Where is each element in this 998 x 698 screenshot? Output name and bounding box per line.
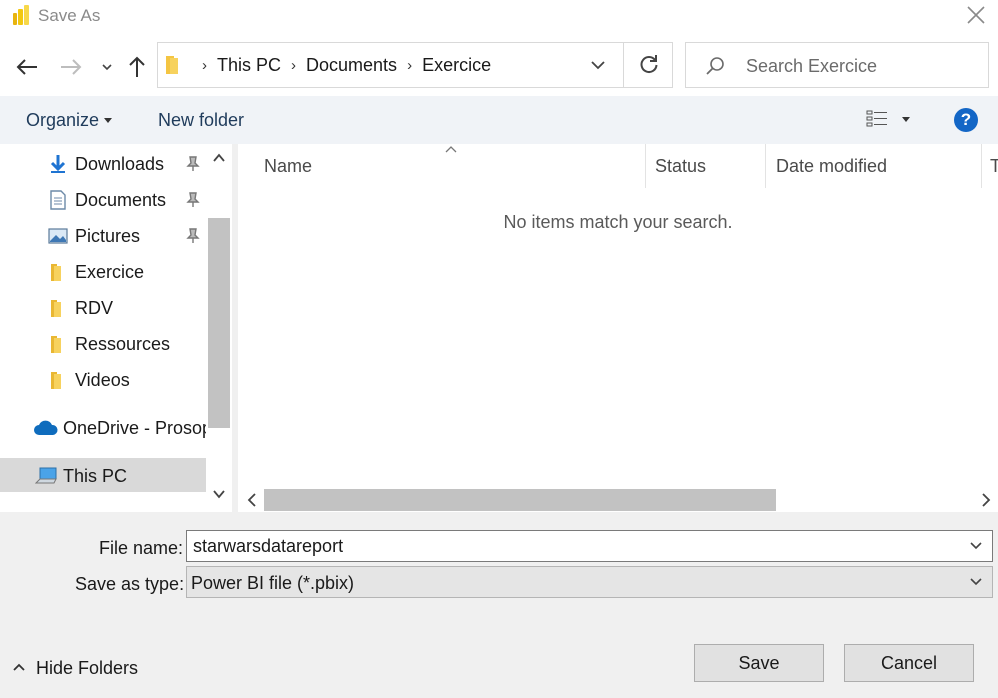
scroll-left-icon[interactable] [246, 492, 258, 508]
address-bar[interactable]: › This PC › Documents › Exercice [157, 42, 673, 88]
chevron-down-icon[interactable] [968, 539, 984, 553]
up-button[interactable] [124, 54, 150, 80]
sidebar-item-videos[interactable]: Videos [0, 362, 206, 396]
search-input[interactable]: Search Exercice [746, 56, 877, 77]
folder-icon [51, 300, 61, 317]
sidebar-item-label: Exercice [75, 262, 145, 282]
new-folder-button[interactable]: New folder [158, 110, 244, 131]
search-icon [706, 57, 724, 75]
recent-locations-button[interactable] [94, 54, 120, 80]
organize-caret-icon[interactable] [104, 118, 112, 123]
onedrive-cloud-icon [34, 420, 58, 435]
sidebar-item-exercice[interactable]: Exercice [0, 254, 206, 288]
refresh-button[interactable] [623, 42, 674, 88]
chevron-right-icon: › [202, 56, 207, 74]
column-header-type[interactable]: T [990, 156, 998, 177]
column-divider[interactable] [981, 144, 982, 188]
sort-ascending-icon [445, 146, 457, 153]
save-as-type-label: Save as type: [75, 574, 185, 594]
empty-message: No items match your search. [503, 212, 733, 232]
back-button[interactable] [14, 54, 40, 80]
sidebar-item-label: Downloads [75, 154, 165, 174]
scroll-up-icon[interactable] [212, 152, 226, 164]
chevron-down-icon[interactable] [968, 575, 984, 589]
powerbi-app-icon [13, 5, 29, 25]
pin-icon[interactable] [186, 156, 200, 172]
scroll-right-icon[interactable] [980, 492, 992, 508]
folder-icon [51, 372, 61, 389]
sidebar-item-this-pc[interactable]: This PC [0, 458, 206, 492]
sidebar-item-rdv[interactable]: RDV [0, 290, 206, 324]
sidebar-item-label: This PC [63, 466, 128, 486]
save-as-type-select[interactable]: Power BI file (*.pbix) [186, 566, 993, 598]
save-button[interactable]: Save [694, 644, 824, 682]
breadcrumb-this-pc[interactable]: This PC [217, 55, 281, 76]
column-header-status[interactable]: Status [655, 156, 706, 177]
chevron-right-icon[interactable]: › [407, 57, 412, 74]
chevron-right-icon[interactable]: › [291, 57, 296, 74]
chevron-up-icon [13, 663, 25, 671]
breadcrumb: › This PC › Documents › Exercice [192, 43, 491, 87]
scrollbar-thumb[interactable] [264, 489, 776, 511]
folder-icon [51, 336, 61, 353]
pictures-icon [48, 228, 68, 244]
sidebar-item-label: Ressources [75, 334, 171, 354]
command-toolbar: Organize New folder ? [0, 96, 998, 144]
file-list[interactable]: Name Status Date modified T No items mat… [238, 144, 998, 488]
back-arrow-icon [16, 59, 37, 75]
sidebar-item-ressources[interactable]: Ressources [0, 326, 206, 360]
breadcrumb-exercice[interactable]: Exercice [422, 55, 491, 76]
address-history-chevron-icon[interactable] [586, 55, 610, 75]
sidebar-item-downloads[interactable]: Downloads [0, 146, 206, 180]
pin-icon[interactable] [186, 192, 200, 208]
save-as-type-value: Power BI file (*.pbix) [191, 573, 355, 593]
refresh-icon [640, 55, 658, 74]
sidebar-item-label: Documents [75, 190, 167, 210]
computer-icon [35, 467, 57, 484]
sidebar-item-documents[interactable]: Documents [0, 182, 206, 216]
forward-arrow-icon [61, 59, 82, 75]
navigation-pane: Downloads Documents Pictures Exercice RD… [0, 144, 206, 512]
forward-button[interactable] [58, 54, 84, 80]
column-divider[interactable] [765, 144, 766, 188]
file-list-horizontal-scrollbar[interactable] [238, 488, 998, 512]
up-arrow-icon [129, 56, 145, 77]
close-icon[interactable] [964, 3, 988, 27]
cancel-button[interactable]: Cancel [844, 644, 974, 682]
view-options-caret-icon[interactable] [902, 117, 910, 122]
document-icon [50, 190, 66, 210]
file-name-field[interactable] [186, 530, 993, 562]
download-arrow-icon [50, 155, 66, 173]
window-title: Save As [38, 6, 101, 25]
breadcrumb-documents[interactable]: Documents [306, 55, 397, 76]
chevron-down-icon [102, 64, 112, 71]
scroll-down-icon[interactable] [212, 488, 226, 500]
folder-icon [51, 264, 61, 281]
sidebar-item-label: Pictures [75, 226, 141, 246]
sidebar-item-label: Videos [75, 370, 130, 390]
sidebar-item-label: OneDrive - Prosop [63, 418, 206, 438]
search-box[interactable]: Search Exercice [685, 42, 989, 88]
help-icon[interactable]: ? [954, 108, 978, 132]
organize-button[interactable]: Organize [26, 110, 99, 131]
view-options-icon[interactable] [866, 109, 888, 129]
folder-icon [166, 56, 178, 74]
pin-icon[interactable] [186, 228, 200, 244]
column-divider[interactable] [645, 144, 646, 188]
column-header-date-modified[interactable]: Date modified [776, 156, 887, 177]
scrollbar-thumb[interactable] [208, 218, 230, 428]
file-name-input[interactable] [193, 535, 953, 557]
sidebar-item-pictures[interactable]: Pictures [0, 218, 206, 252]
title-bar: Save As [0, 0, 998, 34]
file-name-label: File name: [99, 538, 184, 558]
column-header-name[interactable]: Name [264, 156, 312, 177]
hide-folders-label: Hide Folders [36, 658, 139, 678]
navigation-pane-scrollbar[interactable] [206, 144, 232, 512]
sidebar-item-onedrive[interactable]: OneDrive - Prosop [0, 410, 206, 444]
save-form-panel: File name: Save as type: Power BI file (… [0, 512, 998, 698]
sidebar-item-label: RDV [75, 298, 114, 318]
